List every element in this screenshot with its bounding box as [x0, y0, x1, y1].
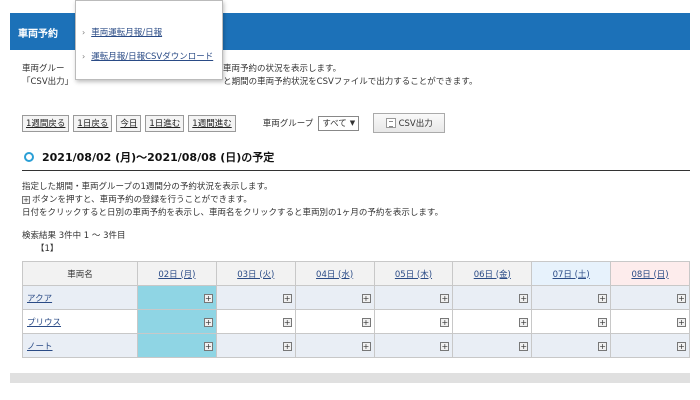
day-header-08[interactable]: 08日 (日): [610, 261, 690, 286]
instruction-line-3: 日付をクリックすると日別の車両予約を表示し、車両名をクリックすると車両別の1ヶ月…: [22, 208, 444, 218]
vehicle-name-header: 車両名: [22, 261, 138, 286]
group-select-value: すべて: [322, 119, 347, 129]
desc-line1-suffix: の車両予約の状況を表示します。: [214, 64, 342, 74]
menu-item-label: 運転月報/日報CSVダウンロード: [91, 52, 214, 62]
add-reservation-button[interactable]: +: [519, 342, 529, 351]
reservation-cell: +: [373, 309, 454, 334]
reservation-cell: +: [452, 285, 533, 310]
add-reservation-button[interactable]: +: [440, 342, 450, 351]
csv-export-button[interactable]: CSV出力: [373, 113, 446, 133]
reservation-cell: +: [531, 309, 612, 334]
chevron-right-icon: ›: [82, 52, 86, 61]
add-reservation-button[interactable]: +: [519, 294, 529, 303]
reservation-cell: +: [531, 333, 612, 358]
reservation-cell: +: [215, 333, 296, 358]
day-header-02[interactable]: 02日 (月): [137, 261, 217, 286]
vehicle-link-prius[interactable]: プリウス: [22, 309, 138, 334]
reservation-cell: +: [137, 285, 217, 310]
add-reservation-button[interactable]: +: [677, 294, 686, 303]
add-reservation-button[interactable]: +: [598, 318, 608, 327]
prev-day-button[interactable]: 1日戻る: [73, 114, 113, 132]
reservation-cell: +: [294, 285, 375, 310]
next-week-button[interactable]: 1週間進む: [188, 114, 236, 132]
table-row: プリウス + + + + + + +: [22, 309, 690, 334]
period-title: 2021/08/02 (月)〜2021/08/08 (日)の予定: [42, 151, 275, 164]
add-reservation-button[interactable]: +: [440, 318, 450, 327]
add-reservation-button[interactable]: +: [519, 318, 529, 327]
instruction-line-1: 指定した期間・車両グループの1週間分の予約状況を表示します。: [22, 182, 273, 192]
circle-bullet-icon: [24, 152, 34, 162]
reservation-cell: +: [610, 309, 690, 334]
reservation-cell: +: [294, 333, 375, 358]
add-reservation-button[interactable]: +: [203, 294, 213, 303]
reservation-cell: +: [452, 333, 533, 358]
add-reservation-button[interactable]: +: [598, 342, 608, 351]
reservation-cell: +: [215, 285, 296, 310]
reservation-table: 車両名 02日 (月) 03日 (火) 04日 (水) 05日 (木) 06日 …: [22, 261, 690, 358]
csv-export-label: CSV出力: [398, 119, 433, 129]
prev-week-button[interactable]: 1週間戻る: [22, 114, 70, 132]
add-reservation-button[interactable]: +: [598, 294, 608, 303]
chevron-down-icon: ▼: [349, 119, 356, 127]
add-reservation-button[interactable]: +: [282, 318, 292, 327]
reservation-cell: +: [610, 285, 690, 310]
add-reservation-button[interactable]: +: [203, 342, 213, 351]
reservation-cell: +: [373, 285, 454, 310]
document-icon: [385, 118, 396, 128]
add-reservation-button[interactable]: +: [361, 342, 371, 351]
page-footer: [10, 373, 690, 383]
table-header-row: 車両名 02日 (月) 03日 (火) 04日 (水) 05日 (木) 06日 …: [22, 261, 690, 286]
page-title: 車両予約: [18, 29, 58, 40]
desc-line2-prefix: 「CSV出力」: [22, 77, 74, 87]
add-reservation-button[interactable]: +: [282, 342, 292, 351]
chevron-right-icon: ›: [82, 28, 86, 37]
group-select[interactable]: すべて ▼: [318, 115, 360, 131]
reservation-cell: +: [215, 309, 296, 334]
day-header-07[interactable]: 07日 (土): [531, 261, 612, 286]
search-result-count: 検索結果 3件中 1 〜 3件目: [22, 231, 126, 241]
add-reservation-button[interactable]: +: [361, 318, 371, 327]
instruction-line-2: ボタンを押すと、車両予約の登録を行うことができます。: [32, 195, 252, 205]
menu-dropdown: › 車両運転月報/日報 › 運転月報/日報CSVダウンロード: [75, 0, 223, 80]
desc-line1-prefix: 車両グルー: [22, 64, 65, 74]
vehicle-link-note[interactable]: ノート: [22, 333, 138, 358]
add-reservation-button[interactable]: +: [203, 318, 213, 327]
add-reservation-button[interactable]: +: [677, 318, 686, 327]
vehicle-link-aqua[interactable]: アクア: [22, 285, 138, 310]
add-reservation-button[interactable]: +: [677, 342, 686, 351]
menu-item-label: 車両運転月報/日報: [91, 28, 163, 38]
desc-line2-suffix: と期間の車両予約状況をCSVファイルで出力することができます。: [223, 77, 478, 87]
reservation-cell: +: [452, 309, 533, 334]
add-icon: +: [22, 195, 30, 204]
add-reservation-button[interactable]: +: [361, 294, 371, 303]
reservation-cell: +: [294, 309, 375, 334]
today-button[interactable]: 今日: [116, 114, 142, 132]
reservation-cell: +: [610, 333, 690, 358]
day-header-05[interactable]: 05日 (木): [373, 261, 454, 286]
reservation-cell: +: [531, 285, 612, 310]
navigation-toolbar: 1週間戻る 1日戻る 今日 1日進む 1週間進む 車両グループ すべて ▼ CS…: [22, 113, 446, 133]
day-header-03[interactable]: 03日 (火): [215, 261, 296, 286]
table-row: アクア + + + + + + +: [22, 285, 690, 310]
period-heading: 2021/08/02 (月)〜2021/08/08 (日)の予定: [24, 149, 274, 165]
menu-item-csv-download[interactable]: › 運転月報/日報CSVダウンロード: [82, 51, 218, 63]
schedule-instructions: 指定した期間・車両グループの1週間分の予約状況を表示します。 + ボタンを押すと、…: [22, 181, 443, 220]
reservation-cell: +: [373, 333, 454, 358]
add-reservation-button[interactable]: +: [282, 294, 292, 303]
reservation-cell: +: [137, 333, 217, 358]
next-day-button[interactable]: 1日進む: [145, 114, 185, 132]
divider: [22, 170, 690, 171]
menu-item-monthly-report[interactable]: › 車両運転月報/日報: [82, 27, 162, 39]
pagination-current[interactable]: 【1】: [36, 242, 58, 254]
day-header-04[interactable]: 04日 (水): [294, 261, 375, 286]
reservation-cell: +: [137, 309, 217, 334]
add-reservation-button[interactable]: +: [440, 294, 450, 303]
table-row: ノート + + + + + + +: [22, 333, 690, 358]
group-label: 車両グループ: [262, 119, 314, 129]
day-header-06[interactable]: 06日 (金): [452, 261, 533, 286]
